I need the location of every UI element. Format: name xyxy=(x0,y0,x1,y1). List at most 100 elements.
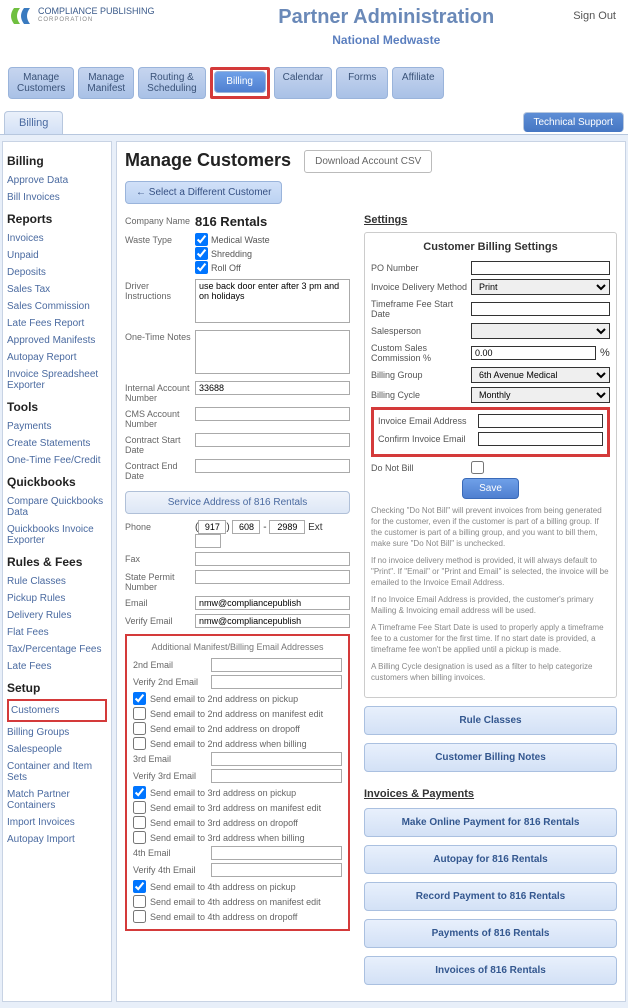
sidebar-item-approve-data[interactable]: Approve Data xyxy=(7,172,107,189)
sidebar-item-sales-commission[interactable]: Sales Commission xyxy=(7,298,107,315)
verify-email-input[interactable] xyxy=(195,614,350,628)
nav-manage[interactable]: ManageManifest xyxy=(78,67,134,99)
sidebar-item-invoices[interactable]: Invoices xyxy=(7,230,107,247)
addl-check[interactable] xyxy=(133,895,146,908)
sidebar-item-delivery-rules[interactable]: Delivery Rules xyxy=(7,607,107,624)
sidebar-item-match-partner-containers[interactable]: Match Partner Containers xyxy=(7,786,107,814)
nav-affiliate[interactable]: Affiliate xyxy=(392,67,444,99)
do-not-bill-checkbox[interactable] xyxy=(471,461,484,474)
sidebar-item-invoice-spreadsheet-exporter[interactable]: Invoice Spreadsheet Exporter xyxy=(7,366,107,394)
sidebar-item-late-fees-report[interactable]: Late Fees Report xyxy=(7,315,107,332)
waste-medical-waste-checkbox[interactable] xyxy=(195,233,208,246)
sidebar-item-autopay-report[interactable]: Autopay Report xyxy=(7,349,107,366)
addl-check[interactable] xyxy=(133,880,146,893)
sidebar-item-customers[interactable]: Customers xyxy=(11,702,103,719)
nav-forms[interactable]: Forms xyxy=(336,67,388,99)
addl-check[interactable] xyxy=(133,910,146,923)
ip-button-record-payment-to-816-rentals[interactable]: Record Payment to 816 Rentals xyxy=(364,882,617,911)
sidebar-item-autopay-import[interactable]: Autopay Import xyxy=(7,831,107,848)
sidebar-item-one-time-fee-credit[interactable]: One-Time Fee/Credit xyxy=(7,452,107,469)
sidebar-item-approved-manifests[interactable]: Approved Manifests xyxy=(7,332,107,349)
sidebar-item-late-fees[interactable]: Late Fees xyxy=(7,658,107,675)
sidebar-item-deposits[interactable]: Deposits xyxy=(7,264,107,281)
nav-billing[interactable]: Billing xyxy=(214,71,266,93)
addl-4th-email-input[interactable] xyxy=(211,846,342,860)
billing-notes-button[interactable]: Customer Billing Notes xyxy=(364,743,617,772)
contract-start-input[interactable] xyxy=(195,433,350,447)
addl-2nd-verify-input[interactable] xyxy=(211,675,342,689)
download-csv-button[interactable]: Download Account CSV xyxy=(304,150,432,173)
addl-check[interactable] xyxy=(133,692,146,705)
addl-check[interactable] xyxy=(133,707,146,720)
salesperson-select[interactable] xyxy=(471,323,610,339)
internal-acct-input[interactable] xyxy=(195,381,350,395)
onetime-label: One-Time Notes xyxy=(125,330,195,342)
select-customer-button[interactable]: ← Select a Different Customer xyxy=(125,181,282,204)
sidebar-item-flat-fees[interactable]: Flat Fees xyxy=(7,624,107,641)
waste-shredding-checkbox[interactable] xyxy=(195,247,208,260)
ip-button-invoices-of-816-rentals[interactable]: Invoices of 816 Rentals xyxy=(364,956,617,985)
sidebar-item-rule-classes[interactable]: Rule Classes xyxy=(7,573,107,590)
service-address-button[interactable]: Service Address of 816 Rentals xyxy=(125,491,350,514)
addl-check-label: Send email to 3rd address on pickup xyxy=(150,788,296,798)
sidebar-item-container-and-item-sets[interactable]: Container and Item Sets xyxy=(7,758,107,786)
save-button[interactable]: Save xyxy=(462,478,519,499)
permit-input[interactable] xyxy=(195,570,350,584)
phone-area-input[interactable] xyxy=(198,520,226,534)
fax-input[interactable] xyxy=(195,552,350,566)
sidebar-item-unpaid[interactable]: Unpaid xyxy=(7,247,107,264)
cms-acct-input[interactable] xyxy=(195,407,350,421)
sidebar-item-tax-percentage-fees[interactable]: Tax/Percentage Fees xyxy=(7,641,107,658)
addl-check[interactable] xyxy=(133,786,146,799)
sidebar-item-billing-groups[interactable]: Billing Groups xyxy=(7,724,107,741)
addl-check[interactable] xyxy=(133,722,146,735)
nav-calendar[interactable]: Calendar xyxy=(274,67,333,99)
invoice-email-input[interactable] xyxy=(478,414,603,428)
rule-classes-button[interactable]: Rule Classes xyxy=(364,706,617,735)
nav-routing-[interactable]: Routing &Scheduling xyxy=(138,67,205,99)
technical-support-button[interactable]: Technical Support xyxy=(523,112,625,132)
signout-link[interactable]: Sign Out xyxy=(573,10,616,22)
sidebar-item-bill-invoices[interactable]: Bill Invoices xyxy=(7,189,107,206)
ip-button-payments-of-816-rentals[interactable]: Payments of 816 Rentals xyxy=(364,919,617,948)
email-input[interactable] xyxy=(195,596,350,610)
addl-2nd-email-input[interactable] xyxy=(211,658,342,672)
billing-group-select[interactable]: 6th Avenue Medical xyxy=(471,367,610,383)
sidebar-item-salespeople[interactable]: Salespeople xyxy=(7,741,107,758)
contract-end-input[interactable] xyxy=(195,459,350,473)
waste-roll-off-checkbox[interactable] xyxy=(195,261,208,274)
onetime-notes-input[interactable] xyxy=(195,330,350,374)
addl-check[interactable] xyxy=(133,816,146,829)
ip-button-make-online-payment-for-816-rentals[interactable]: Make Online Payment for 816 Rentals xyxy=(364,808,617,837)
nav-manage[interactable]: ManageCustomers xyxy=(8,67,74,99)
phone-label: Phone xyxy=(125,520,195,532)
delivery-select[interactable]: Print xyxy=(471,279,610,295)
tab-billing[interactable]: Billing xyxy=(4,111,63,134)
phone-ext-input[interactable] xyxy=(195,534,221,548)
confirm-invoice-email-input[interactable] xyxy=(478,432,603,446)
billing-cycle-select[interactable]: Monthly xyxy=(471,387,610,403)
sidebar-heading-tools: Tools xyxy=(7,400,107,414)
sidebar-item-sales-tax[interactable]: Sales Tax xyxy=(7,281,107,298)
ip-button-autopay-for-816-rentals[interactable]: Autopay for 816 Rentals xyxy=(364,845,617,874)
addl-check[interactable] xyxy=(133,801,146,814)
phone-line-input[interactable] xyxy=(269,520,305,534)
addl-3rd-email-input[interactable] xyxy=(211,752,342,766)
sidebar-item-compare-quickbooks-data[interactable]: Compare Quickbooks Data xyxy=(7,493,107,521)
driver-instructions-input[interactable]: use back door enter after 3 pm and on ho… xyxy=(195,279,350,323)
confirm-invoice-email-label: Confirm Invoice Email xyxy=(378,434,478,444)
tf-input[interactable] xyxy=(471,302,610,316)
sidebar-item-payments[interactable]: Payments xyxy=(7,418,107,435)
sidebar-item-quickbooks-invoice-exporter[interactable]: Quickbooks Invoice Exporter xyxy=(7,521,107,549)
sidebar-item-pickup-rules[interactable]: Pickup Rules xyxy=(7,590,107,607)
sidebar-item-import-invoices[interactable]: Import Invoices xyxy=(7,814,107,831)
po-input[interactable] xyxy=(471,261,610,275)
addl-check[interactable] xyxy=(133,831,146,844)
addl-3rd-verify-input[interactable] xyxy=(211,769,342,783)
commission-input[interactable] xyxy=(471,346,596,360)
phone-prefix-input[interactable] xyxy=(232,520,260,534)
sidebar-item-create-statements[interactable]: Create Statements xyxy=(7,435,107,452)
addl-4th-verify-input[interactable] xyxy=(211,863,342,877)
addl-check-label: Send email to 2nd address on pickup xyxy=(150,694,298,704)
addl-check[interactable] xyxy=(133,737,146,750)
